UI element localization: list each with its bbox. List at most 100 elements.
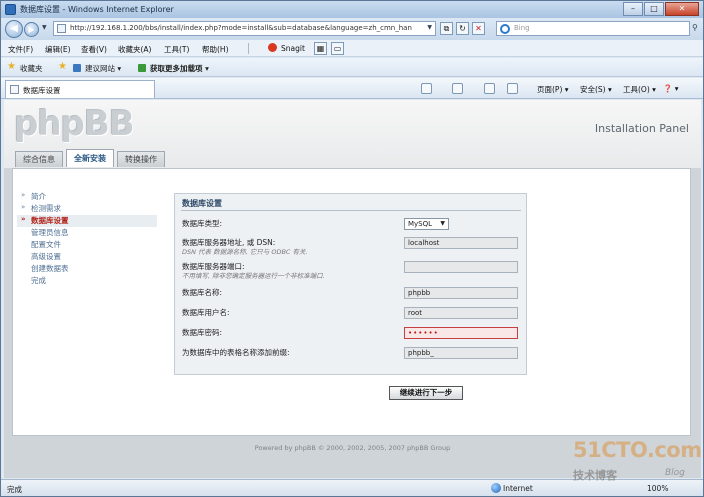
favorites-bar: ★ 收藏夹 ★ 建议网站 ▾ 获取更多加载项 ▾ (1, 58, 703, 77)
db-password-label: 数据库密码: (182, 328, 223, 337)
database-settings-form: 数据库设置 数据库类型: MySQL ▼ 数据库服务器地址, 或 DSN: DS… (174, 193, 527, 375)
addons-icon (138, 64, 146, 72)
zoom-level[interactable]: 100% (647, 484, 668, 493)
db-password-input[interactable]: •••••• (404, 327, 518, 339)
page-icon (57, 24, 66, 33)
print-icon[interactable] (507, 83, 518, 94)
command-bar: 数据库设置 页面(P) ▾ 安全(S) ▾ 工具(O) ▾ ❓ ▾ (1, 78, 703, 99)
menu-edit[interactable]: 编辑(E) (45, 44, 71, 55)
suggested-sites-icon (73, 64, 81, 72)
menu-favorites[interactable]: 收藏夹(A) (118, 44, 151, 55)
snagit-button[interactable]: Snagit (281, 44, 305, 53)
url-text[interactable]: http://192.168.1.200/bbs/install/index.p… (70, 24, 420, 32)
tools-menu[interactable]: 工具(O) ▾ (623, 84, 656, 95)
phpbb-logo: phpBB (14, 104, 135, 144)
stop-icon[interactable]: ✕ (472, 22, 485, 35)
get-addons-link[interactable]: 获取更多加载项 ▾ (150, 63, 209, 74)
browser-tab-title[interactable]: 数据库设置 (23, 85, 61, 96)
menu-tools[interactable]: 工具(T) (164, 44, 189, 55)
address-bar: ◀ ▶ ▼ http://192.168.1.200/bbs/install/i… (1, 18, 703, 40)
db-type-label: 数据库类型: (182, 219, 223, 228)
suggested-sites-link[interactable]: 建议网站 ▾ (85, 63, 121, 74)
db-type-value: MySQL (408, 220, 433, 228)
forward-button[interactable]: ▶ (24, 22, 39, 37)
search-input[interactable]: Bing (496, 21, 690, 36)
tab-convert[interactable]: 转换操作 (117, 151, 165, 167)
add-favorite-icon[interactable]: ★ (58, 61, 67, 72)
browser-tab[interactable]: 数据库设置 (5, 80, 155, 98)
db-type-row: 数据库类型: MySQL ▼ (182, 218, 522, 236)
url-input[interactable]: http://192.168.1.200/bbs/install/index.p… (53, 21, 436, 36)
db-user-label: 数据库用户名: (182, 308, 230, 317)
db-port-hint: 不用填写, 除非您确定服务器运行一个非标准端口. (182, 272, 325, 280)
bing-icon (500, 24, 510, 34)
step-final: 完成 (31, 276, 46, 285)
table-prefix-row: 为数据库中的表格名称添加前缀: phpbb_ (182, 347, 522, 365)
mail-icon[interactable] (484, 83, 495, 94)
install-panel: 简介 检测需求 数据库设置 管理员信息 配置文件 高级设置 创建数据表 完成 数… (12, 168, 691, 436)
home-icon[interactable] (421, 83, 432, 94)
maximize-button[interactable]: □ (644, 2, 664, 16)
db-user-row: 数据库用户名: root (182, 307, 522, 325)
help-menu[interactable]: ❓ ▾ (663, 84, 679, 93)
favorites-star-icon[interactable]: ★ (7, 61, 16, 72)
minimize-button[interactable]: – (623, 2, 643, 16)
snagit-window-icon[interactable]: ▭ (331, 42, 344, 55)
menu-help[interactable]: 帮助(H) (202, 44, 229, 55)
tab-install[interactable]: 全新安装 (66, 149, 114, 167)
db-name-row: 数据库名称: phpbb (182, 287, 522, 305)
search-placeholder: Bing (514, 24, 530, 32)
close-button[interactable]: ✕ (665, 2, 699, 16)
step-requirements[interactable]: 检测需求 (17, 203, 157, 215)
db-port-input[interactable] (404, 261, 518, 273)
form-legend: 数据库设置 (182, 199, 222, 208)
step-config-file: 配置文件 (31, 240, 61, 249)
db-host-input[interactable]: localhost (404, 237, 518, 249)
db-host-row: 数据库服务器地址, 或 DSN: DSN 代表 数据源名称, 它只与 ODBC … (182, 237, 522, 259)
snagit-icon[interactable] (268, 43, 277, 52)
compatibility-icon[interactable]: ⧉ (440, 22, 453, 35)
next-step-button[interactable]: 继续进行下一步 (389, 386, 463, 400)
globe-icon (491, 483, 501, 493)
ie-app-icon (5, 4, 16, 15)
menu-bar: 文件(F) 编辑(E) 查看(V) 收藏夹(A) 工具(T) 帮助(H) Sna… (1, 40, 703, 57)
table-prefix-input[interactable]: phpbb_ (404, 347, 518, 359)
db-name-label: 数据库名称: (182, 288, 223, 297)
tab-page-icon (10, 85, 19, 94)
step-admin: 管理员信息 (31, 228, 69, 237)
menu-view[interactable]: 查看(V) (81, 44, 107, 55)
page-menu[interactable]: 页面(P) ▾ (537, 84, 569, 95)
db-password-row: 数据库密码: •••••• (182, 327, 522, 345)
phpbb-header: phpBB Installation Panel 综合信息 全新安装 转换操作 (4, 100, 701, 168)
security-zone[interactable]: Internet (503, 484, 533, 493)
menu-separator (248, 43, 249, 54)
panel-title: Installation Panel (594, 122, 689, 135)
status-text: 完成 (7, 485, 22, 494)
form-divider (181, 210, 521, 211)
title-bar: 数据库设置 - Windows Internet Explorer – □ ✕ (1, 1, 703, 18)
step-create-tables: 创建数据表 (31, 264, 69, 273)
step-intro[interactable]: 简介 (17, 191, 157, 203)
snagit-capture-icon[interactable]: ▦ (314, 42, 327, 55)
url-dropdown-icon[interactable]: ▼ (427, 24, 432, 31)
tab-overview[interactable]: 综合信息 (15, 151, 63, 167)
step-database[interactable]: 数据库设置 (17, 215, 157, 227)
menu-file[interactable]: 文件(F) (8, 44, 33, 55)
page-content: phpBB Installation Panel 综合信息 全新安装 转换操作 … (4, 100, 701, 478)
safety-menu[interactable]: 安全(S) ▾ (580, 84, 612, 95)
back-button[interactable]: ◀ (5, 20, 23, 38)
window-title: 数据库设置 - Windows Internet Explorer (20, 5, 174, 14)
step-advanced: 高级设置 (31, 252, 61, 261)
db-type-select[interactable]: MySQL ▼ (404, 218, 449, 230)
db-port-row: 数据库服务器端口: 不用填写, 除非您确定服务器运行一个非标准端口. (182, 261, 522, 283)
history-dropdown-icon[interactable]: ▼ (42, 24, 47, 31)
install-steps-nav: 简介 检测需求 数据库设置 管理员信息 配置文件 高级设置 创建数据表 完成 (17, 191, 157, 287)
db-user-input[interactable]: root (404, 307, 518, 319)
search-icon[interactable]: ⚲ (692, 23, 698, 32)
favorites-button[interactable]: 收藏夹 (20, 63, 43, 74)
feeds-icon[interactable] (452, 83, 463, 94)
browser-window: 数据库设置 - Windows Internet Explorer – □ ✕ … (0, 0, 704, 497)
watermark-subtitle: 技术博客 (573, 469, 617, 482)
db-name-input[interactable]: phpbb (404, 287, 518, 299)
refresh-icon[interactable]: ↻ (456, 22, 469, 35)
